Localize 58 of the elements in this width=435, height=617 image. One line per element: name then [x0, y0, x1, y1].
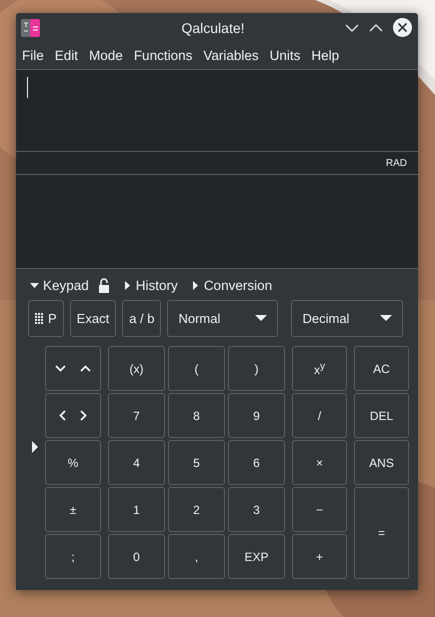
keypad-key[interactable]: 1	[108, 487, 165, 532]
keypad-key[interactable]: ,	[168, 534, 225, 579]
window-title: Qalculate!	[180, 20, 246, 36]
section-expander[interactable]: Conversion	[190, 277, 272, 293]
dropdown[interactable]: Normal	[167, 300, 278, 337]
lock-icon[interactable]	[98, 278, 110, 292]
operator-key[interactable]: x$^{y}$	[292, 346, 347, 391]
menu-item[interactable]: Edit	[54, 48, 78, 63]
keypad-key[interactable]: =	[354, 487, 409, 579]
operator-key[interactable]: ×	[292, 440, 347, 485]
keypad-key[interactable]: 0	[108, 534, 165, 579]
keypad-key[interactable]: %	[45, 440, 101, 485]
expression-field[interactable]	[16, 70, 418, 151]
keypad-key[interactable]: (x)	[108, 346, 165, 391]
menu-item[interactable]: Variables	[203, 48, 259, 63]
keypad-key[interactable]: EXP	[228, 534, 285, 579]
app-icon	[21, 18, 41, 38]
chevron-left-icon	[59, 410, 66, 421]
keypad-key[interactable]: 6	[228, 440, 285, 485]
keypad-key[interactable]: 4	[108, 440, 165, 485]
keypad-key[interactable]: ANS	[354, 440, 409, 485]
menu-item[interactable]: Mode	[89, 48, 123, 63]
maximize-icon[interactable]	[369, 22, 383, 32]
section-expander[interactable]: Keypad	[30, 277, 110, 293]
operator-key[interactable]: /	[292, 393, 347, 438]
toolbar-button[interactable]: P	[28, 300, 64, 337]
close-icon[interactable]	[393, 18, 412, 37]
keypad-key[interactable]: 9	[228, 393, 285, 438]
chevron-right-icon	[80, 410, 87, 421]
menu-item[interactable]: Help	[311, 48, 340, 63]
menu-item[interactable]: File	[22, 48, 44, 63]
angle-unit-label: RAD	[386, 158, 407, 168]
keypad-key[interactable]: 2	[168, 487, 225, 532]
section-expander[interactable]: History	[122, 277, 178, 293]
menu-item[interactable]: Units	[270, 48, 300, 63]
dropdown[interactable]: Decimal	[291, 300, 404, 337]
keypad-key[interactable]: ±	[45, 487, 101, 532]
keypad-key[interactable]: 7	[108, 393, 165, 438]
keypad-icon	[35, 313, 44, 324]
expander-arrow-icon[interactable]	[32, 441, 38, 453]
menu-item[interactable]: Functions	[134, 48, 192, 63]
dropdown-arrow-icon	[255, 315, 268, 322]
minimize-icon[interactable]	[345, 22, 359, 32]
chevron-down-icon	[55, 365, 66, 372]
toolbar-button[interactable]: a / b	[122, 300, 162, 337]
keypad-key[interactable]: DEL	[354, 393, 409, 438]
toolbar-button[interactable]: Exact	[70, 300, 116, 337]
keypad-key[interactable]: ;	[45, 534, 101, 579]
keypad-key[interactable]: AC	[354, 346, 409, 391]
chevron-up-icon	[80, 365, 91, 372]
operator-key[interactable]: −	[292, 487, 347, 532]
keypad-key[interactable]: 3	[228, 487, 285, 532]
keypad-key[interactable]: 5	[168, 440, 225, 485]
keypad-key[interactable]: )	[228, 346, 285, 391]
keypad-key[interactable]: (	[168, 346, 225, 391]
dropdown-arrow-icon	[380, 315, 392, 322]
keypad-key[interactable]: 8	[168, 393, 225, 438]
operator-key[interactable]: +	[292, 534, 347, 579]
